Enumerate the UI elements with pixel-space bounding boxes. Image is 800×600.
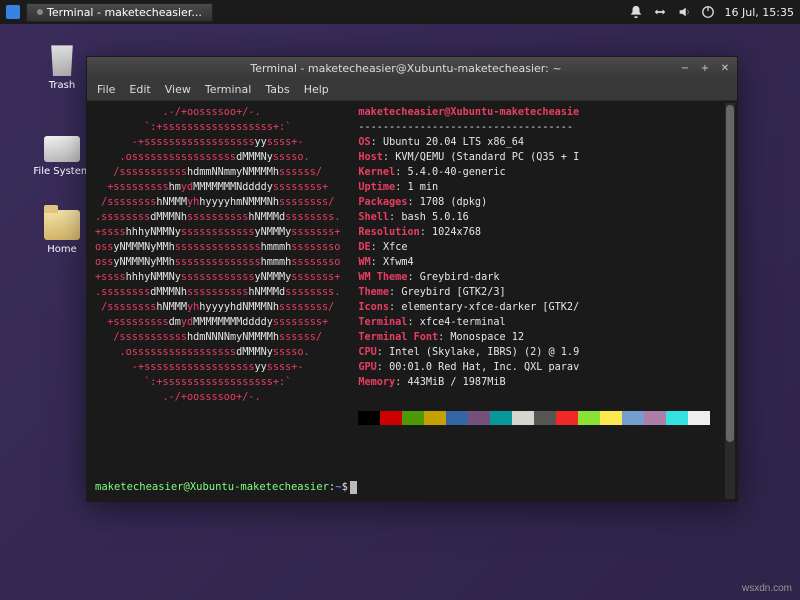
- network-icon[interactable]: [653, 5, 667, 19]
- whisker-menu-icon[interactable]: [6, 5, 20, 19]
- terminal-window: Terminal - maketecheasier@Xubuntu-makete…: [86, 56, 738, 502]
- scrollbar[interactable]: [725, 103, 735, 499]
- menubar: File Edit View Terminal Tabs Help: [87, 79, 737, 101]
- drive-icon: [44, 136, 80, 162]
- window-title: Terminal - maketecheasier@Xubuntu-makete…: [250, 62, 561, 75]
- color-swatch: [644, 411, 666, 425]
- color-swatch: [490, 411, 512, 425]
- color-swatch: [468, 411, 490, 425]
- color-swatch: [622, 411, 644, 425]
- desktop-label: Trash: [30, 80, 94, 91]
- color-swatch: [578, 411, 600, 425]
- taskbar-title: Terminal - maketecheasier...: [47, 6, 202, 19]
- system-info: maketecheasier@Xubuntu-maketecheasie ---…: [358, 105, 731, 497]
- menu-edit[interactable]: Edit: [129, 83, 150, 96]
- shell-prompt[interactable]: maketecheasier@Xubuntu-maketecheasier:~$: [95, 480, 721, 495]
- color-swatch: [424, 411, 446, 425]
- color-swatch: [556, 411, 578, 425]
- desktop-label: Home: [30, 244, 94, 255]
- desktop-home[interactable]: Home: [30, 210, 94, 255]
- color-swatch: [534, 411, 556, 425]
- menu-terminal[interactable]: Terminal: [205, 83, 252, 96]
- terminal-body[interactable]: .-/+oossssoo+/-. `:+ssssssssssssssssss+:…: [87, 101, 737, 501]
- color-swatch: [666, 411, 688, 425]
- minimize-button[interactable]: −: [679, 62, 691, 74]
- scrollbar-thumb[interactable]: [726, 105, 734, 442]
- close-button[interactable]: ✕: [719, 62, 731, 74]
- desktop-trash[interactable]: Trash: [30, 40, 94, 91]
- color-swatch: [380, 411, 402, 425]
- power-icon[interactable]: [701, 5, 715, 19]
- color-swatches: [358, 411, 731, 425]
- watermark: wsxdn.com: [742, 583, 792, 594]
- taskbar-terminal-button[interactable]: Terminal - maketecheasier...: [26, 3, 213, 22]
- maximize-button[interactable]: +: [699, 62, 711, 74]
- color-swatch: [688, 411, 710, 425]
- titlebar[interactable]: Terminal - maketecheasier@Xubuntu-makete…: [87, 57, 737, 79]
- folder-icon: [44, 210, 80, 240]
- desktop-filesystem[interactable]: File System: [30, 130, 94, 177]
- desktop-label: File System: [30, 166, 94, 177]
- menu-tabs[interactable]: Tabs: [265, 83, 289, 96]
- menu-view[interactable]: View: [165, 83, 191, 96]
- ascii-logo: .-/+oossssoo+/-. `:+ssssssssssssssssss+:…: [95, 105, 340, 497]
- top-panel: Terminal - maketecheasier... 16 Jul, 15:…: [0, 0, 800, 24]
- color-swatch: [512, 411, 534, 425]
- clock[interactable]: 16 Jul, 15:35: [725, 6, 794, 19]
- color-swatch: [402, 411, 424, 425]
- trash-icon: [44, 40, 80, 76]
- volume-icon[interactable]: [677, 5, 691, 19]
- notification-icon[interactable]: [629, 5, 643, 19]
- color-swatch: [600, 411, 622, 425]
- menu-file[interactable]: File: [97, 83, 115, 96]
- color-swatch: [358, 411, 380, 425]
- menu-help[interactable]: Help: [304, 83, 329, 96]
- color-swatch: [446, 411, 468, 425]
- cursor-icon: [350, 481, 357, 494]
- terminal-app-icon: [37, 9, 43, 15]
